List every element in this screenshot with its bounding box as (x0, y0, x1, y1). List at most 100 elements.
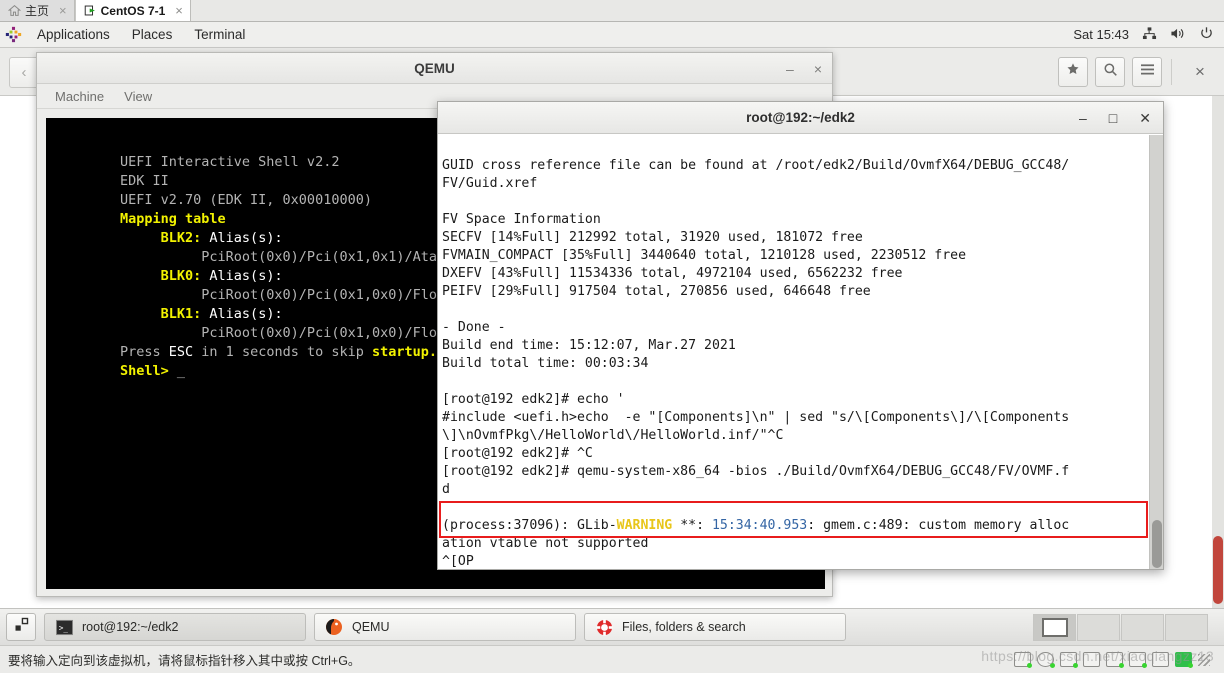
network-icon[interactable] (1060, 652, 1078, 668)
menu-terminal[interactable]: Terminal (183, 22, 256, 48)
term-line-5: FVMAIN_COMPACT [35%Full] 3440640 total, … (442, 248, 967, 263)
term-line-command: [root@192 edk2]# qemu-system-x86_64 -bio… (442, 464, 1070, 479)
workspace-switcher (1033, 613, 1218, 641)
show-desktop-button[interactable] (6, 613, 36, 641)
term-line-7: PEIFV [29%Full] 917504 total, 270856 use… (442, 284, 871, 299)
menu-places[interactable]: Places (121, 22, 184, 48)
power-icon[interactable] (1199, 26, 1214, 44)
gnome-terminal-window[interactable]: root@192:~/edk2 – □ ✕ GUID cross referen… (437, 101, 1164, 570)
term-last-line: ^[OP (442, 554, 474, 569)
floppy-icon[interactable] (1152, 652, 1169, 667)
uefi-line-mapping-table: Mapping table (120, 211, 226, 227)
uefi-blk2-alias: Alias(s): (209, 230, 283, 246)
term-warning-wrap: ation vtable not supported (442, 536, 649, 551)
terminal-titlebar[interactable]: root@192:~/edk2 – □ ✕ (438, 102, 1163, 134)
term-line-command-wrap: d (442, 482, 450, 497)
terminal-maximize-button[interactable]: □ (1109, 110, 1117, 126)
network-icon[interactable] (1142, 26, 1157, 44)
menu-button[interactable] (1132, 56, 1162, 87)
term-line-0: GUID cross reference file can be found a… (442, 158, 1070, 173)
qemu-menu-view[interactable]: View (114, 89, 162, 104)
term-line-4: SECFV [14%Full] 212992 total, 31920 used… (442, 230, 863, 245)
resize-grip[interactable] (1198, 653, 1210, 666)
tab-home[interactable]: 主页 × (0, 0, 75, 21)
tab-home-close-icon[interactable]: × (59, 4, 67, 17)
terminal-scrollbar[interactable] (1149, 135, 1163, 569)
close-tab-button[interactable]: × (1187, 59, 1213, 85)
toolbar-separator (1171, 58, 1172, 85)
vmtools-icon[interactable] (1175, 652, 1193, 668)
qemu-close-button[interactable]: × (814, 61, 822, 77)
favorite-button[interactable] (1058, 56, 1088, 87)
qemu-menu-machine[interactable]: Machine (45, 89, 114, 104)
menu-applications[interactable]: Applications (26, 22, 121, 48)
usb-icon[interactable] (1083, 652, 1100, 667)
uefi-blk2-path: PciRoot(0x0)/Pci(0x1,0x1)/Ata( (120, 249, 446, 265)
lifebuoy-icon (595, 618, 613, 636)
uefi-blk1-alias: Alias(s): (209, 306, 283, 322)
uefi-blk1-path: PciRoot(0x0)/Pci(0x1,0x0)/Flopp (120, 325, 454, 341)
qemu-icon (325, 618, 343, 636)
uefi-cursor: _ (176, 363, 186, 379)
term-line-11: Build total time: 00:03:34 (442, 356, 649, 371)
term-warning-prefix: (process:37096): GLib- (442, 518, 617, 533)
term-line-13: [root@192 edk2]# echo ' (442, 392, 625, 407)
taskbar-item-terminal[interactable]: >_ root@192:~/edk2 (44, 613, 306, 641)
qemu-titlebar[interactable]: QEMU – × (37, 53, 832, 84)
term-line-14: #include <uefi.h>echo -e "[Components]\n… (442, 410, 1070, 425)
show-desktop-icon (14, 617, 29, 637)
uefi-blk2-label: BLK2: (160, 230, 202, 246)
panel-clock[interactable]: Sat 15:43 (1073, 27, 1129, 42)
printer-icon[interactable] (1106, 652, 1124, 668)
back-button[interactable]: ‹ (9, 57, 39, 88)
term-warning-keyword: WARNING (616, 518, 673, 533)
qemu-minimize-button[interactable]: – (786, 61, 794, 77)
workspace-4[interactable] (1165, 613, 1208, 641)
term-warning-middle: **: (672, 518, 712, 533)
taskbar-item-qemu[interactable]: QEMU (314, 613, 576, 641)
taskbar-item-files[interactable]: Files, folders & search (584, 613, 846, 641)
term-line-6: DXEFV [43%Full] 11534336 total, 4972104 … (442, 266, 903, 281)
terminal-icon: >_ (55, 618, 73, 636)
tab-centos-close-icon[interactable]: × (175, 4, 183, 17)
terminal-minimize-button[interactable]: – (1079, 110, 1087, 126)
qemu-title-label: QEMU (414, 60, 455, 76)
taskbar-item-terminal-label: root@192:~/edk2 (82, 620, 179, 634)
volume-icon[interactable] (1170, 26, 1186, 44)
vm-status-message: 要将输入定向到该虚拟机，请将鼠标指针移入其中或按 Ctrl+G。 (8, 654, 361, 668)
viewer-scrollbar-thumb[interactable] (1213, 536, 1223, 604)
vm-statusbar: 要将输入定向到该虚拟机，请将鼠标指针移入其中或按 Ctrl+G。 https:/… (0, 645, 1224, 673)
vm-icon (84, 4, 97, 17)
workspace-2[interactable] (1077, 613, 1120, 641)
terminal-close-button[interactable]: ✕ (1139, 110, 1151, 127)
uefi-press-mid: in 1 seconds to skip (193, 344, 372, 360)
centos-logo-icon[interactable] (0, 26, 26, 43)
vm-manager-tabstrip: 主页 × CentOS 7-1 × (0, 0, 1224, 22)
hamburger-icon (1140, 63, 1155, 81)
term-line-9: - Done - (442, 320, 506, 335)
uefi-blk0-alias: Alias(s): (209, 268, 283, 284)
taskbar-item-qemu-label: QEMU (352, 620, 390, 634)
display-icon[interactable] (1014, 652, 1032, 668)
term-warning-timestamp: 15:34:40.953 (711, 518, 808, 533)
term-line-16: [root@192 edk2]# ^C (442, 446, 593, 461)
workspace-3[interactable] (1121, 613, 1164, 641)
taskbar-item-files-label: Files, folders & search (622, 620, 746, 634)
terminal-output: GUID cross reference file can be found a… (438, 135, 1163, 569)
uefi-blk1-label: BLK1: (160, 306, 202, 322)
search-button[interactable] (1095, 56, 1125, 87)
terminal-scrollbar-thumb[interactable] (1152, 520, 1162, 568)
viewer-scrollbar[interactable] (1212, 96, 1224, 608)
term-warning-suffix: : gmem.c:489: custom memory alloc (807, 518, 1070, 533)
svg-text:>_: >_ (58, 623, 68, 632)
term-line-10: Build end time: 15:12:07, Mar.27 2021 (442, 338, 736, 353)
taskbar: >_ root@192:~/edk2 QEMU Files, folders &… (0, 608, 1224, 645)
sound-icon[interactable] (1129, 652, 1147, 668)
workspace-1[interactable] (1033, 613, 1076, 641)
terminal-body[interactable]: GUID cross reference file can be found a… (438, 135, 1163, 569)
uefi-press-pre: Press (120, 344, 169, 360)
tab-centos-7-1[interactable]: CentOS 7-1 × (74, 0, 191, 21)
cdrom-icon[interactable] (1037, 652, 1055, 668)
term-line-1: FV/Guid.xref (442, 176, 538, 191)
gnome-top-panel: Applications Places Terminal Sat 15:43 (0, 22, 1224, 48)
